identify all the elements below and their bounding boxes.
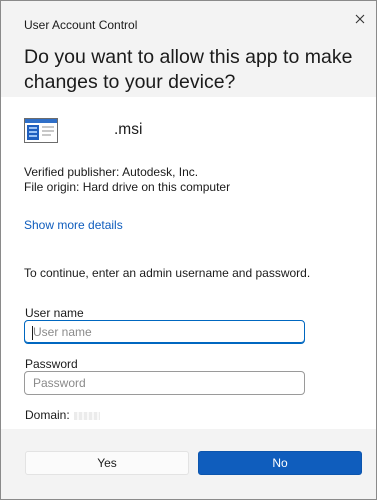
username-input[interactable] — [24, 320, 305, 344]
app-info-row: .msi — [24, 117, 142, 143]
publisher-info: Verified publisher: Autodesk, Inc. File … — [24, 165, 230, 195]
text-caret — [32, 326, 33, 340]
prompt-question: Do you want to allow this app to make ch… — [24, 46, 353, 93]
no-button[interactable]: No — [198, 451, 362, 475]
username-label: User name — [25, 306, 84, 320]
dialog-footer: Yes No — [1, 429, 376, 499]
close-icon — [355, 14, 365, 24]
domain-row: Domain: — [25, 408, 100, 422]
password-input[interactable] — [24, 371, 305, 395]
domain-value-redacted — [73, 411, 100, 420]
show-more-details-link[interactable]: Show more details — [24, 218, 123, 232]
verified-publisher: Verified publisher: Autodesk, Inc. — [24, 165, 199, 179]
uac-dialog: User Account Control Do you want to allo… — [0, 0, 377, 500]
password-label: Password — [25, 357, 78, 371]
dialog-header: User Account Control Do you want to allo… — [1, 1, 376, 97]
file-origin: File origin: Hard drive on this computer — [24, 180, 231, 194]
close-button[interactable] — [346, 7, 374, 31]
credentials-instruction: To continue, enter an admin username and… — [24, 266, 311, 280]
msi-installer-icon — [24, 117, 58, 143]
yes-button[interactable]: Yes — [25, 451, 189, 475]
app-file-name: .msi — [114, 121, 143, 138]
domain-label: Domain: — [25, 408, 70, 422]
window-title: User Account Control — [24, 18, 138, 32]
